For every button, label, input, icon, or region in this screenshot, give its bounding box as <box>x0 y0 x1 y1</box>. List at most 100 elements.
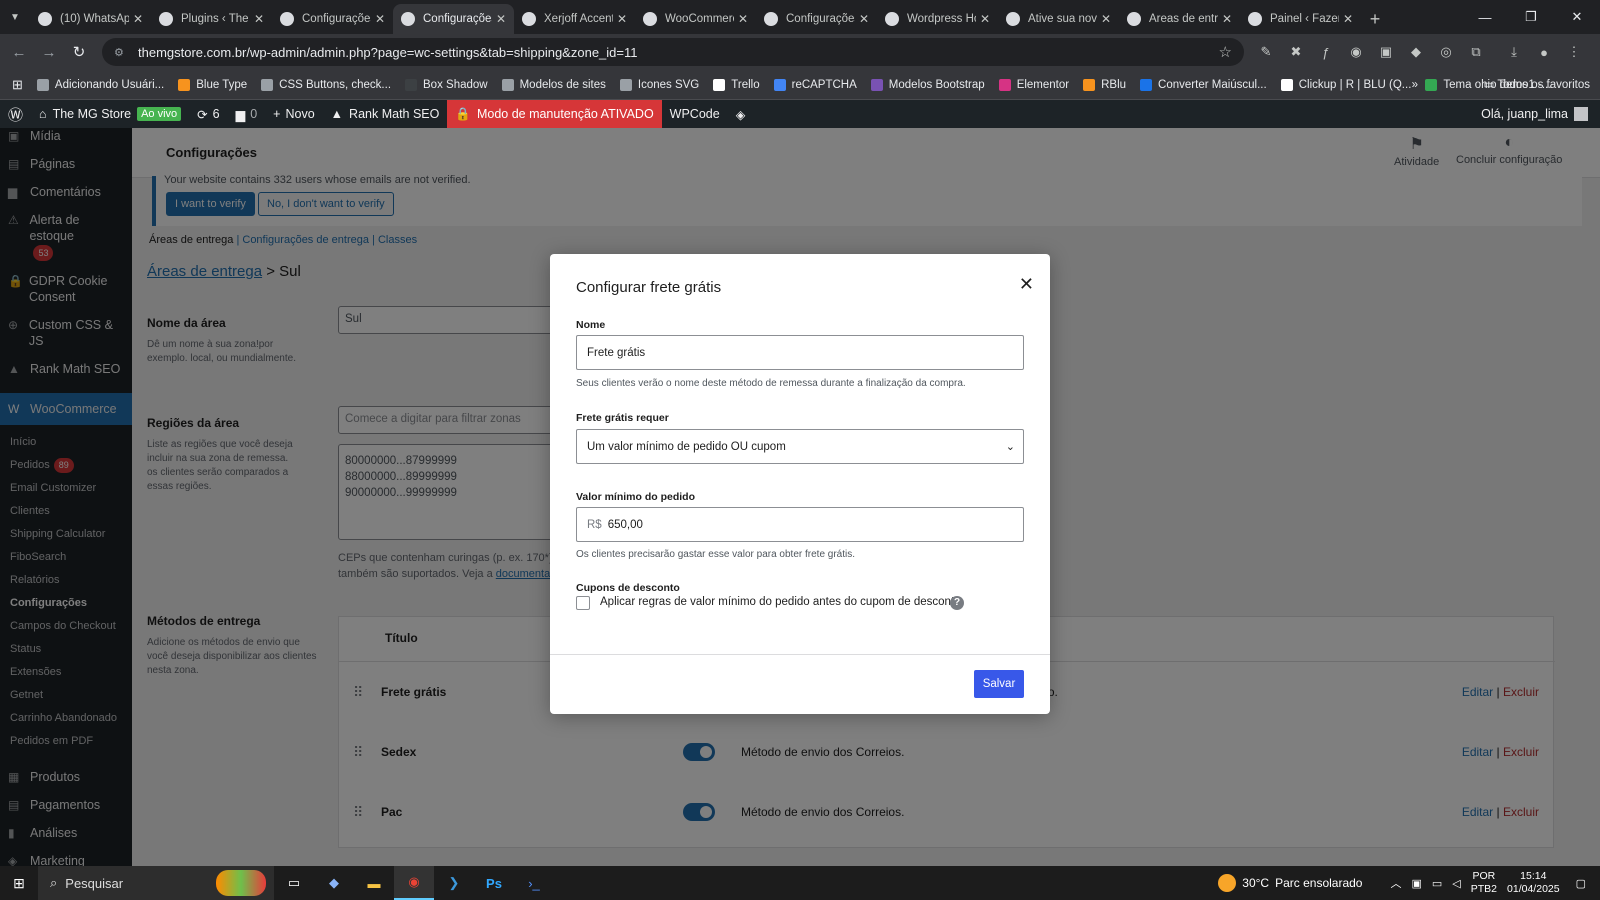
bookmark-item[interactable]: reCAPTCHA <box>773 78 857 91</box>
maintenance-mode-link[interactable]: 🔒 Modo de manutenção ATIVADO <box>447 100 662 128</box>
tab-close-icon[interactable]: ✕ <box>859 12 869 26</box>
font-icon[interactable]: ƒ <box>1316 38 1336 66</box>
profile-avatar-icon[interactable]: ● <box>1534 38 1554 66</box>
tab-close-icon[interactable]: ✕ <box>617 12 627 26</box>
save-button[interactable]: Salvar <box>974 670 1024 698</box>
new-content-link[interactable]: + Novo <box>265 100 323 128</box>
diamond-icon[interactable]: ◈ <box>728 100 754 128</box>
meet-icon[interactable]: ▣ <box>1411 877 1421 890</box>
tab-close-icon[interactable]: ✕ <box>375 12 385 26</box>
browser-tab[interactable]: Ative sua nova ✕ <box>998 4 1119 34</box>
minimize-icon[interactable]: — <box>1462 0 1508 34</box>
system-tray: 30°C Parc ensolarado ︿ ▣ ▭ ◁ POR PTB2 15:1… <box>1218 866 1600 900</box>
copilot-icon[interactable]: ◆ <box>314 866 354 900</box>
tag-icon[interactable]: ◆ <box>1406 38 1426 66</box>
browser-tab[interactable]: Áreas de entre ✕ <box>1119 4 1240 34</box>
tab-favicon <box>38 12 52 26</box>
powershell-icon[interactable]: ›_ <box>514 866 554 900</box>
volume-icon[interactable]: ◁ <box>1452 877 1460 890</box>
chrome-icon[interactable]: ◉ <box>394 866 434 900</box>
bookmark-item[interactable]: Box Shadow <box>405 78 488 91</box>
browser-tab[interactable]: (10) WhatsApp ✕ <box>30 4 151 34</box>
browser-tab[interactable]: Configurações ✕ <box>756 4 877 34</box>
ring-icon[interactable]: ◎ <box>1436 38 1456 66</box>
browser-tab[interactable]: Xerjoff Accento ✕ <box>514 4 635 34</box>
user-account-link[interactable]: Olá, juanp_lima <box>1481 100 1588 128</box>
back-icon[interactable]: ← <box>4 44 34 61</box>
help-question-icon[interactable]: ? <box>950 596 964 610</box>
camera-icon[interactable]: ◉ <box>1346 38 1366 66</box>
weather-widget[interactable]: 30°C Parc ensolarado <box>1218 874 1362 892</box>
bookmark-item[interactable]: Modelos Bootstrap <box>870 78 985 91</box>
browser-tab[interactable]: Painel ‹ Fazend ✕ <box>1240 4 1361 34</box>
bookmark-item[interactable]: CSS Buttons, check... <box>261 78 391 91</box>
bookmark-item[interactable]: Converter Maiúscul... <box>1140 78 1267 91</box>
tab-close-icon[interactable]: ✕ <box>1343 12 1353 26</box>
clock[interactable]: 15:14 01/04/2025 <box>1507 870 1560 896</box>
tab-close-icon[interactable]: ✕ <box>133 12 143 26</box>
network-icon[interactable]: ▭ <box>1432 877 1442 890</box>
forward-icon[interactable]: → <box>34 44 64 61</box>
browser-tab[interactable]: Plugins ‹ The M ✕ <box>151 4 272 34</box>
photoshop-icon[interactable]: Ps <box>474 866 514 900</box>
url-input[interactable]: ⚙ themgstore.com.br/wp-admin/admin.php?p… <box>102 38 1244 66</box>
bookmark-star-icon[interactable]: ☆ <box>1219 43 1232 61</box>
restore-icon[interactable]: ❐ <box>1508 0 1554 34</box>
bookmark-label: Elementor <box>1016 78 1070 91</box>
tab-close-icon[interactable]: ✕ <box>496 12 506 26</box>
updates-link[interactable]: ⟳ 6 <box>189 100 227 128</box>
tab-close-icon[interactable]: ✕ <box>254 12 264 26</box>
eyedropper-icon[interactable]: ✎ <box>1256 38 1276 66</box>
new-tab-button[interactable]: + <box>1361 4 1389 34</box>
browser-menu-icon[interactable]: ⋮ <box>1564 38 1584 66</box>
apps-grid-icon[interactable]: ⊞ <box>12 77 23 93</box>
input-language[interactable]: POR PTB2 <box>1471 870 1497 896</box>
browser-tab[interactable]: WooCommerce ✕ <box>635 4 756 34</box>
taskbar-search[interactable]: ⌕ Pesquisar <box>38 866 274 900</box>
coupons-checkbox-label[interactable]: Aplicar regras de valor mínimo do pedido… <box>600 596 961 608</box>
close-icon[interactable]: ✕ <box>1019 274 1034 295</box>
windows-start-icon[interactable]: ⊞ <box>0 866 38 900</box>
vscode-icon[interactable]: ❯ <box>434 866 474 900</box>
bookmark-item[interactable]: Modelos de sites <box>501 78 606 91</box>
wordpress-logo-icon[interactable]: Ⓦ <box>0 100 31 128</box>
tab-close-icon[interactable]: ✕ <box>738 12 748 26</box>
rankmath-link[interactable]: ▲ Rank Math SEO <box>323 100 448 128</box>
coupons-checkbox[interactable] <box>576 596 590 610</box>
browser-tab[interactable]: Wordpress Hos ✕ <box>877 4 998 34</box>
tray-chevron-icon[interactable]: ︿ <box>1390 875 1401 891</box>
site-info-icon[interactable]: ⚙ <box>114 46 130 59</box>
min-amount-input[interactable]: R$ 650,00 <box>576 507 1024 542</box>
site-name-link[interactable]: ⌂ The MG Store Ao vivo <box>31 100 189 128</box>
browser-tab[interactable]: Configurações ✕ <box>272 4 393 34</box>
reload-icon[interactable]: ↻ <box>64 43 94 61</box>
bookmark-item[interactable]: Blue Type <box>178 78 247 91</box>
bookmark-item[interactable]: Icones SVG <box>619 78 699 91</box>
tab-close-icon[interactable]: ✕ <box>1101 12 1111 26</box>
tab-close-icon[interactable]: ✕ <box>1222 12 1232 26</box>
puzzle-icon[interactable]: ⧉ <box>1466 38 1486 66</box>
code-icon[interactable]: ▣ <box>1376 38 1396 66</box>
browser-tab[interactable]: Configurações ✕ <box>393 4 514 34</box>
comments-link[interactable]: ▆ 0 <box>228 100 266 128</box>
notifications-icon[interactable]: ▢ <box>1576 877 1586 890</box>
extension-x-icon[interactable]: ✖ <box>1286 38 1306 66</box>
bookmark-item[interactable]: Trello <box>713 78 760 91</box>
extension-icons: ✎ ✖ ƒ ◉ ▣ ◆ ◎ ⧉ ⤓ ● ⋮ <box>1256 38 1584 66</box>
all-bookmarks-folder[interactable]: ▭ Todos os favoritos <box>1483 77 1590 91</box>
bookmark-item[interactable]: Clickup | R | BLU (Q... <box>1280 78 1411 91</box>
tab-search-icon[interactable]: ▼ <box>0 0 30 34</box>
tab-close-icon[interactable]: ✕ <box>980 12 990 26</box>
name-input[interactable]: Frete grátis <box>576 335 1024 370</box>
bookmark-item[interactable]: Adicionando Usuári... <box>36 78 164 91</box>
lang-line1: POR <box>1472 870 1496 882</box>
bookmark-item[interactable]: RBlu <box>1083 78 1126 91</box>
bookmark-item[interactable]: Elementor <box>998 78 1070 91</box>
close-window-icon[interactable]: ✕ <box>1554 0 1600 34</box>
task-view-icon[interactable]: ▭ <box>274 866 314 900</box>
more-bookmarks-icon[interactable]: » <box>1412 79 1418 91</box>
wpcode-link[interactable]: WPCode <box>662 100 728 128</box>
requires-select[interactable]: Um valor mínimo de pedido OU cupom ⌄ <box>576 429 1024 464</box>
file-explorer-icon[interactable]: ▬ <box>354 866 394 900</box>
download-icon[interactable]: ⤓ <box>1504 38 1524 66</box>
